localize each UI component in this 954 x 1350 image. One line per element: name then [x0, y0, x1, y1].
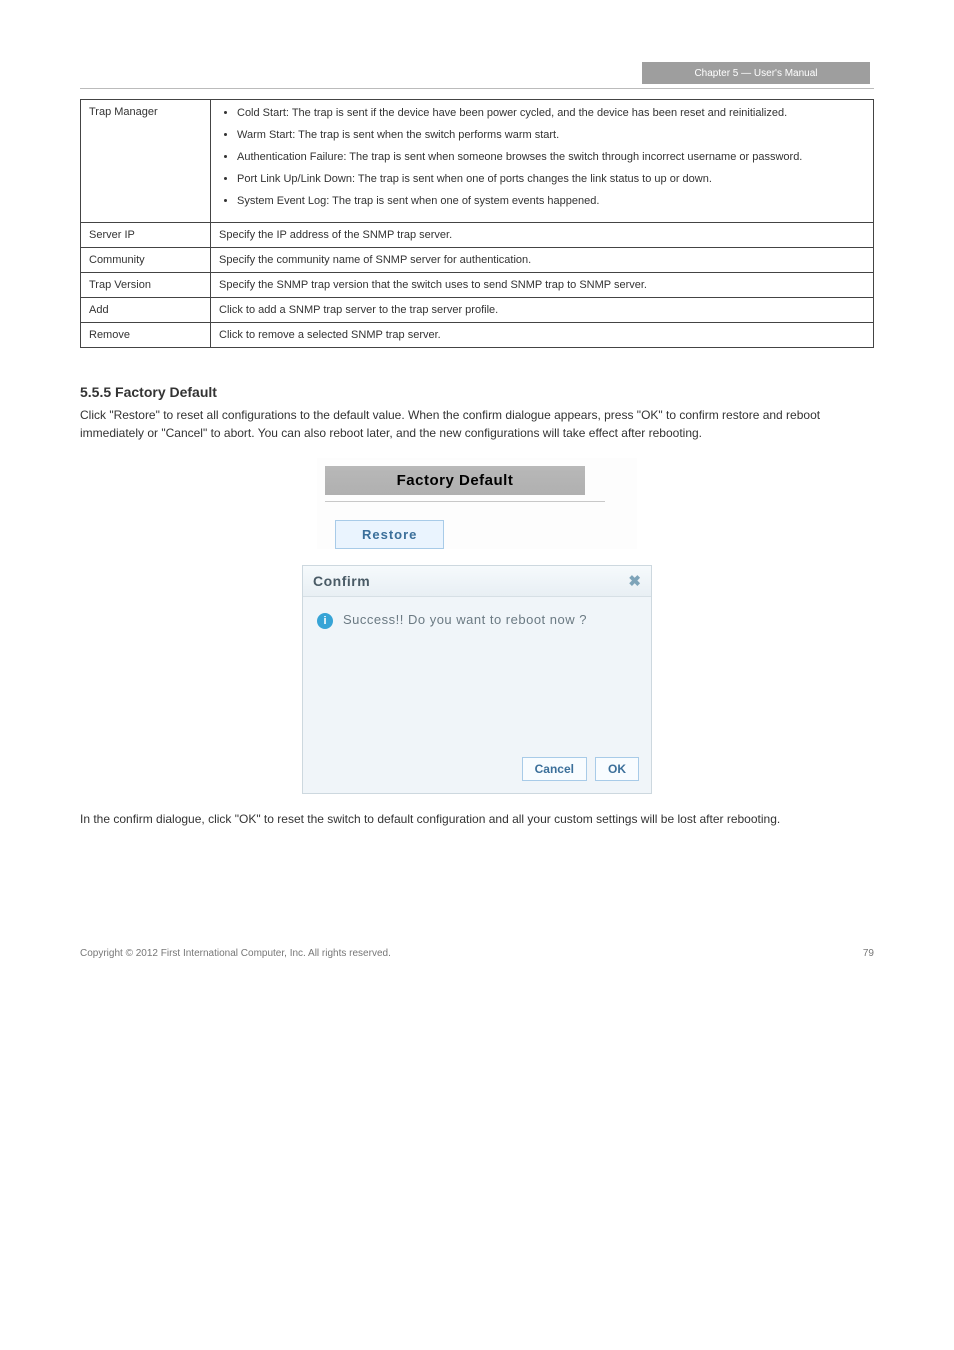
cell-value: Specify the community name of SNMP serve…	[211, 247, 874, 272]
cell-label: Server IP	[81, 222, 211, 247]
spec-table: Trap Manager Cold Start: The trap is sen…	[80, 99, 874, 348]
cell-value: Specify the SNMP trap version that the s…	[211, 272, 874, 297]
section-paragraph: In the confirm dialogue, click "OK" to r…	[80, 810, 874, 828]
table-row: Server IP Specify the IP address of the …	[81, 222, 874, 247]
dialog-message: Success!! Do you want to reboot now ?	[343, 611, 587, 629]
table-row: Trap Version Specify the SNMP trap versi…	[81, 272, 874, 297]
footer-page-number: 79	[863, 948, 874, 959]
cell-value: Click to remove a selected SNMP trap ser…	[211, 322, 874, 347]
table-row: Remove Click to remove a selected SNMP t…	[81, 322, 874, 347]
info-icon: i	[317, 613, 333, 629]
bullet-item: Cold Start: The trap is sent if the devi…	[237, 106, 865, 122]
cell-value: Cold Start: The trap is sent if the devi…	[211, 100, 874, 223]
bullet-item: System Event Log: The trap is sent when …	[237, 194, 865, 210]
bullet-item: Warm Start: The trap is sent when the sw…	[237, 128, 865, 144]
dialog-titlebar: Confirm ✖	[303, 566, 651, 597]
section-heading: 5.5.5 Factory Default	[80, 384, 874, 400]
restore-button[interactable]: Restore	[335, 520, 444, 549]
cancel-button[interactable]: Cancel	[522, 757, 587, 781]
cell-label: Add	[81, 297, 211, 322]
factory-default-title: Factory Default	[325, 466, 585, 495]
cell-label: Community	[81, 247, 211, 272]
footer-copyright: Copyright © 2012 First International Com…	[80, 948, 391, 959]
factory-default-panel: Factory Default Restore	[317, 458, 637, 549]
confirm-dialog: Confirm ✖ i Success!! Do you want to reb…	[302, 565, 652, 794]
cell-label: Remove	[81, 322, 211, 347]
factory-default-separator	[325, 501, 605, 502]
section-paragraph: Click "Restore" to reset all configurati…	[80, 406, 874, 442]
cell-value: Click to add a SNMP trap server to the t…	[211, 297, 874, 322]
table-row: Trap Manager Cold Start: The trap is sen…	[81, 100, 874, 223]
ok-button[interactable]: OK	[595, 757, 639, 781]
close-icon[interactable]: ✖	[628, 572, 641, 590]
table-row: Add Click to add a SNMP trap server to t…	[81, 297, 874, 322]
cell-value: Specify the IP address of the SNMP trap …	[211, 222, 874, 247]
cell-label: Trap Manager	[81, 100, 211, 223]
header-separator	[80, 88, 874, 89]
bullet-item: Authentication Failure: The trap is sent…	[237, 150, 865, 166]
table-row: Community Specify the community name of …	[81, 247, 874, 272]
bullet-item: Port Link Up/Link Down: The trap is sent…	[237, 172, 865, 188]
cell-label: Trap Version	[81, 272, 211, 297]
dialog-title: Confirm	[313, 573, 370, 589]
header-chapter-tag: Chapter 5 — User's Manual	[642, 62, 870, 84]
